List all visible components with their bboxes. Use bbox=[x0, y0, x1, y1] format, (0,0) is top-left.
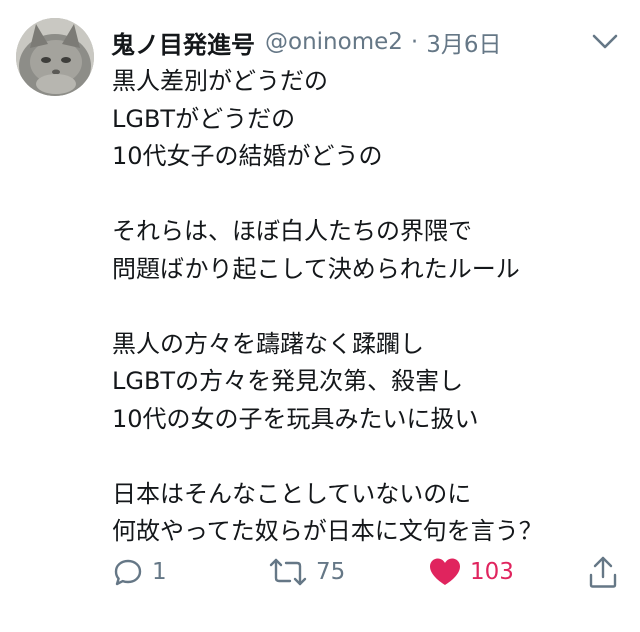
tweet-line: 日本はそんなことしていないのに bbox=[112, 479, 472, 508]
tweet-line: 10代の女の子を玩具みたいに扱い bbox=[112, 404, 479, 433]
tweet-text: 黒人差別がどうだの LGBTがどうだの 10代女子の結婚がどうの それらは、ほぼ… bbox=[112, 63, 627, 551]
more-options-button[interactable] bbox=[590, 30, 620, 52]
share-icon bbox=[588, 555, 618, 589]
tweet-actions: 1 75 103 bbox=[0, 548, 640, 596]
retweet-icon bbox=[268, 556, 308, 588]
tweet-line: 黒人差別がどうだの bbox=[112, 67, 328, 95]
separator-dot: · bbox=[410, 29, 419, 55]
tweet-line: それらは、ほぼ白人たちの界隈で bbox=[112, 217, 472, 245]
tweet-line: LGBTがどうだの bbox=[112, 104, 296, 133]
tweet-line: 黒人の方々を躊躇なく蹂躙し bbox=[112, 329, 424, 358]
author-display-name[interactable]: 鬼ノ目発進号 bbox=[111, 25, 255, 60]
tweet: 鬼ノ目発進号 @oninome2 · 3月6日 黒人差別がどうだの LGBTがど… bbox=[0, 0, 640, 632]
like-count: 103 bbox=[470, 559, 514, 585]
tweet-line: LGBTの方々を発見次第、殺害し bbox=[112, 367, 464, 395]
reply-button[interactable]: 1 bbox=[112, 548, 167, 596]
reply-count: 1 bbox=[152, 559, 167, 585]
like-button[interactable]: 103 bbox=[428, 548, 514, 596]
reply-icon bbox=[112, 556, 144, 588]
tweet-line: 問題ばかり起こして決められたルール bbox=[112, 254, 520, 283]
chevron-down-icon bbox=[592, 34, 618, 49]
retweet-button[interactable]: 75 bbox=[268, 548, 345, 596]
retweet-count: 75 bbox=[316, 559, 346, 585]
tweet-line: 10代女子の結婚がどうの bbox=[112, 142, 383, 170]
cat-photo-icon bbox=[16, 18, 94, 96]
tweet-line: 何故やってた奴らが日本に文句を言う？ bbox=[112, 517, 543, 545]
tweet-header: 鬼ノ目発進号 @oninome2 · 3月6日 bbox=[111, 22, 501, 62]
avatar[interactable] bbox=[16, 18, 94, 96]
author-handle[interactable]: @oninome2 bbox=[265, 29, 403, 55]
tweet-date[interactable]: 3月6日 bbox=[426, 25, 501, 59]
heart-icon bbox=[428, 556, 462, 588]
share-button[interactable] bbox=[588, 548, 618, 596]
